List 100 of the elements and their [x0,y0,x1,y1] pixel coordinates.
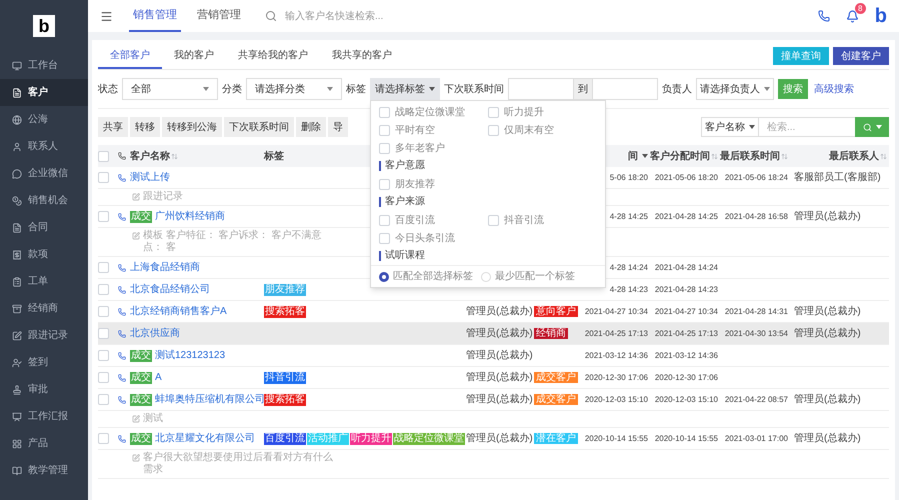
bell-icon[interactable] [846,10,859,22]
customer-name-link[interactable]: A [155,370,162,385]
quick-search-button[interactable] [855,117,889,137]
date-to-field[interactable] [592,78,658,100]
sidebar-item[interactable]: 经销商 [0,295,88,322]
column-header[interactable]: 客户分配时间 [650,148,720,164]
sort-icon[interactable] [711,152,718,160]
action-button[interactable]: 共享 [98,117,128,137]
checkbox[interactable] [379,232,390,244]
action-button[interactable]: 转移到公海 [162,117,222,137]
menu-icon[interactable] [100,10,113,22]
customer-name-link[interactable]: 测试上传 [130,170,170,185]
customer-name-link[interactable]: 广州饮料经销商 [155,209,225,224]
top-tab[interactable]: 营销管理 [193,0,245,32]
sidebar-item[interactable]: 工作汇报 [0,403,88,430]
checkbox[interactable] [488,106,499,118]
tag-option[interactable]: 平时有空 [379,122,488,138]
customer-name-link[interactable]: 蚌埠奥特压缩机有限公司 [155,392,265,407]
phone-icon[interactable] [818,10,830,22]
customer-name-link[interactable]: 上海食品经销商 [130,260,200,275]
date-from-field[interactable] [508,78,574,100]
phone-icon[interactable] [118,374,126,382]
column-header[interactable]: 最后联系人 [790,148,889,164]
sidebar-item[interactable]: 合同 [0,214,88,241]
checkbox[interactable] [488,124,499,136]
search-icon[interactable] [265,10,277,22]
search-field[interactable]: 输入客户名快速检索... [285,8,485,24]
radio-icon[interactable] [379,272,389,282]
customer-tab[interactable]: 我共享的客户 [320,43,404,69]
sidebar-item[interactable]: 审批 [0,376,88,403]
checkbox[interactable] [98,306,109,317]
tag-select[interactable]: 请选择标签 [370,78,440,100]
status-select[interactable]: 全部 [122,78,218,100]
sidebar-item[interactable]: 款项 [0,241,88,268]
action-button[interactable]: 转移 [130,117,160,137]
sidebar-item[interactable]: 公海 [0,106,88,133]
tag-option[interactable]: 听力提升 [488,104,597,120]
owner-select[interactable]: 请选择负责人 [696,78,774,100]
customer-tab[interactable]: 共享给我的客户 [226,43,320,69]
phone-icon[interactable] [118,352,126,360]
tag-option[interactable]: 朋友推荐 [379,176,489,192]
tag-option[interactable]: 仅周末有空 [488,122,597,138]
checkbox[interactable] [98,328,109,339]
checkbox[interactable] [98,394,109,405]
checkbox[interactable] [379,106,390,118]
checkbox[interactable] [98,433,109,444]
caret-icon[interactable] [642,154,648,158]
checkbox[interactable] [488,214,499,226]
category-select[interactable]: 请选择分类 [246,78,342,100]
sort-icon[interactable] [171,152,178,160]
checkbox[interactable] [98,372,109,383]
sidebar-item[interactable]: 客户 [0,79,88,106]
column-header[interactable]: 最后联系时间 [720,148,790,164]
tag-option[interactable]: 抖音引流 [488,212,597,228]
advanced-search-link[interactable]: 高级搜索 [814,82,854,96]
tag-option[interactable]: 百度引流 [379,212,488,228]
sidebar-item[interactable]: 签到 [0,349,88,376]
column-header[interactable]: 间 [580,148,650,164]
quick-search-field[interactable]: 检索... [759,117,855,137]
top-tab[interactable]: 销售管理 [129,0,181,32]
checkbox[interactable] [98,172,109,183]
sidebar-item[interactable]: 联系人 [0,133,88,160]
customer-tab[interactable]: 我的客户 [162,43,226,69]
phone-icon[interactable] [118,174,126,182]
sidebar-item[interactable]: 销售机会 [0,187,88,214]
customer-name-link[interactable]: 测试123123123 [155,348,226,363]
checkbox[interactable] [98,150,109,162]
action-button[interactable]: 删除 [296,117,326,137]
checkbox[interactable] [98,350,109,361]
sidebar-item[interactable]: 产品 [0,430,88,457]
sidebar-item[interactable]: 企业微信 [0,160,88,187]
create-button[interactable]: 创建客户 [833,47,889,65]
action-button[interactable]: 下次联系时间 [224,117,294,137]
customer-name-link[interactable]: 北京星耀文化有限公司 [155,431,255,446]
column-header[interactable]: 客户名称 [130,148,264,164]
checkbox[interactable] [379,124,390,136]
phone-icon[interactable] [118,308,126,316]
sidebar-item[interactable]: 教学管理 [0,457,88,484]
phone-icon[interactable] [118,264,126,272]
checkbox[interactable] [98,284,109,295]
action-button[interactable]: 导 [328,117,348,137]
checkbox[interactable] [98,211,109,222]
customer-name-link[interactable]: 北京经销商销售客户A [130,304,227,319]
sidebar-item[interactable]: 跟进记录 [0,322,88,349]
checkbox[interactable] [379,178,390,190]
table-row[interactable]: 北京供应商 管理员(总裁办) 经销商 2021-04-25 17:13 2021-04-25 17:13 2021-04-30 13:54 管理员(总裁办) [98,323,889,345]
checkbox[interactable] [98,262,109,273]
sort-icon[interactable] [880,152,887,160]
field-select[interactable]: 客户名称 [701,117,759,137]
phone-icon[interactable] [118,434,126,442]
sort-icon[interactable] [781,152,788,160]
phone-icon[interactable] [118,286,126,294]
tag-option[interactable]: 多年老客户 [379,140,489,156]
checkbox[interactable] [379,142,390,154]
tag-option[interactable]: 战略定位微课堂 [379,104,488,120]
tag-option[interactable]: 今日头条引流 [379,230,489,246]
customer-name-link[interactable]: 北京供应商 [130,326,180,341]
phone-icon[interactable] [118,212,126,220]
sidebar-item[interactable]: 工作台 [0,52,88,79]
customer-tab[interactable]: 全部客户 [98,43,162,69]
